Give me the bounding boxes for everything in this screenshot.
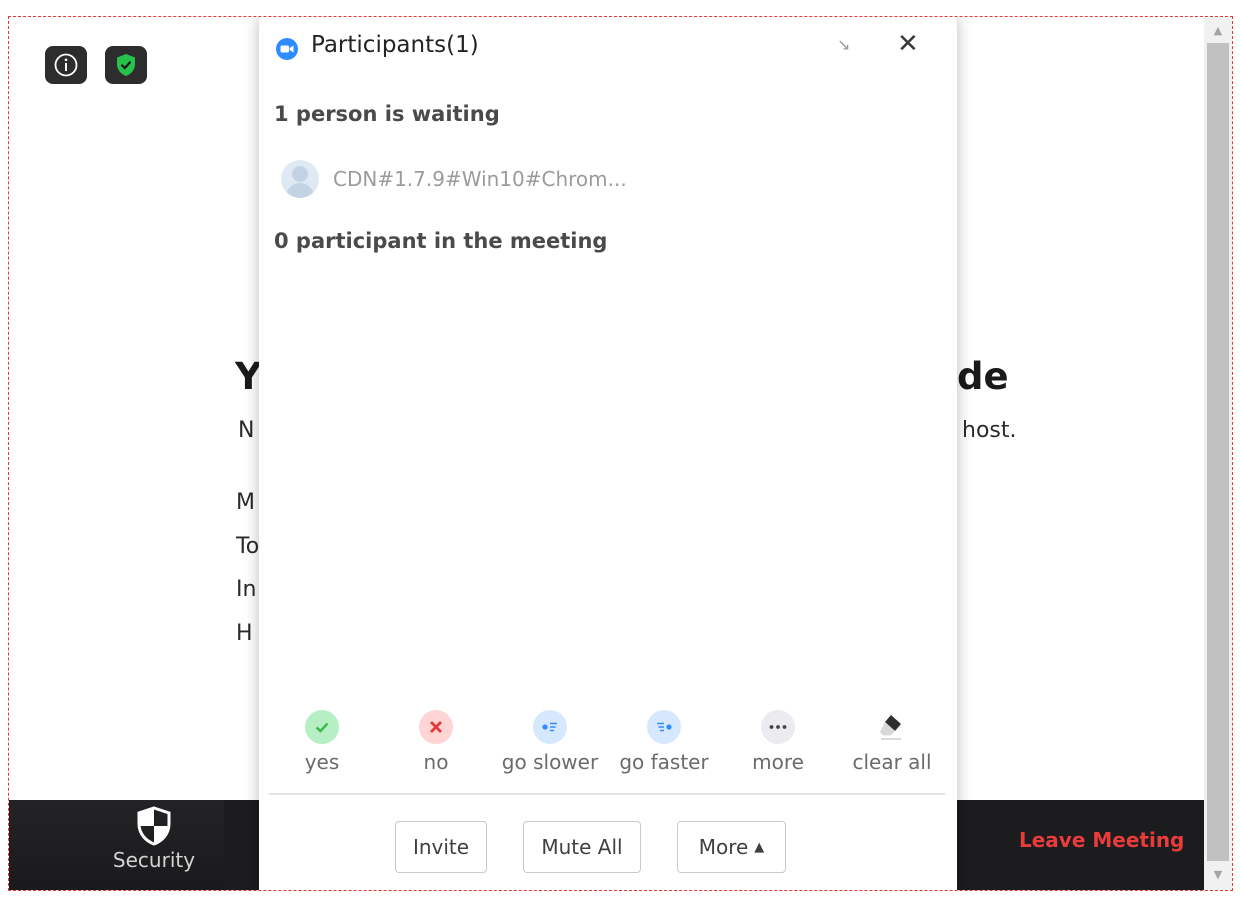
background-text-left: N <box>238 418 255 443</box>
avatar <box>281 160 319 198</box>
panel-title: Participants(1) <box>311 32 479 58</box>
top-left-icons <box>45 46 147 84</box>
scroll-up-icon[interactable]: ▲ <box>1204 19 1232 43</box>
info-button[interactable] <box>45 46 87 84</box>
reaction-yes[interactable]: yes <box>267 710 377 774</box>
reaction-label: more <box>752 750 804 774</box>
reaction-label: clear all <box>852 750 932 774</box>
check-icon <box>305 710 339 744</box>
reaction-more[interactable]: more <box>723 710 833 774</box>
participants-panel: Participants(1) ↘ ✕ 1 person is waiting … <box>259 17 957 890</box>
reaction-go-faster[interactable]: go faster <box>609 710 719 774</box>
security-button[interactable]: Security <box>9 800 224 890</box>
security-label: Security <box>112 848 196 872</box>
reaction-label: yes <box>304 750 340 774</box>
scroll-down-icon[interactable]: ▼ <box>1204 863 1232 887</box>
invite-button[interactable]: Invite <box>395 821 487 873</box>
background-heading-left: Y <box>235 355 262 398</box>
in-meeting-title: 0 participant in the meeting <box>274 229 608 253</box>
close-icon[interactable]: ✕ <box>897 31 919 57</box>
background-row: M <box>236 490 255 515</box>
waiting-room-title: 1 person is waiting <box>274 102 500 126</box>
background-heading-right: de <box>957 355 1009 398</box>
reaction-no[interactable]: no <box>381 710 491 774</box>
background-text-right: host. <box>962 418 1017 443</box>
reaction-go-slower[interactable]: go slower <box>495 710 605 774</box>
background-row: To <box>236 534 260 559</box>
reaction-label: go slower <box>501 750 599 774</box>
panel-header: Participants(1) ↘ ✕ <box>259 17 957 77</box>
zoom-logo-icon <box>276 38 298 60</box>
more-button[interactable]: More ▲ <box>677 821 786 873</box>
eraser-icon <box>875 710 909 744</box>
mute-all-button[interactable]: Mute All <box>523 821 641 873</box>
x-icon <box>419 710 453 744</box>
security-shield-icon <box>137 806 171 846</box>
caret-up-icon: ▲ <box>754 839 765 855</box>
info-icon <box>54 53 78 77</box>
scroll-thumb[interactable] <box>1207 43 1229 861</box>
waiting-participant-name: CDN#1.7.9#Win10#Chrom... <box>333 167 627 191</box>
go-faster-icon <box>647 710 681 744</box>
background-row: H <box>236 621 253 646</box>
encryption-button[interactable] <box>105 46 147 84</box>
divider <box>269 793 945 795</box>
reaction-label: go faster <box>619 750 709 774</box>
meeting-window: Y de N host. M To In H Security Leave Me… <box>8 16 1233 891</box>
more-label: More <box>698 835 749 859</box>
shield-check-icon <box>117 54 135 76</box>
leave-meeting-button[interactable]: Leave Meeting <box>1019 828 1184 852</box>
more-dots-icon <box>761 710 795 744</box>
waiting-participant-row[interactable]: CDN#1.7.9#Win10#Chrom... <box>281 160 627 198</box>
background-row: In <box>236 577 257 602</box>
popout-icon[interactable]: ↘ <box>837 35 850 54</box>
reactions-bar: yes no go slower go faster more clear al… <box>259 710 957 780</box>
go-slower-icon <box>533 710 567 744</box>
reaction-label: no <box>423 750 449 774</box>
reaction-clear-all[interactable]: clear all <box>837 710 947 774</box>
vertical-scrollbar[interactable]: ▲ ▼ <box>1204 17 1232 890</box>
